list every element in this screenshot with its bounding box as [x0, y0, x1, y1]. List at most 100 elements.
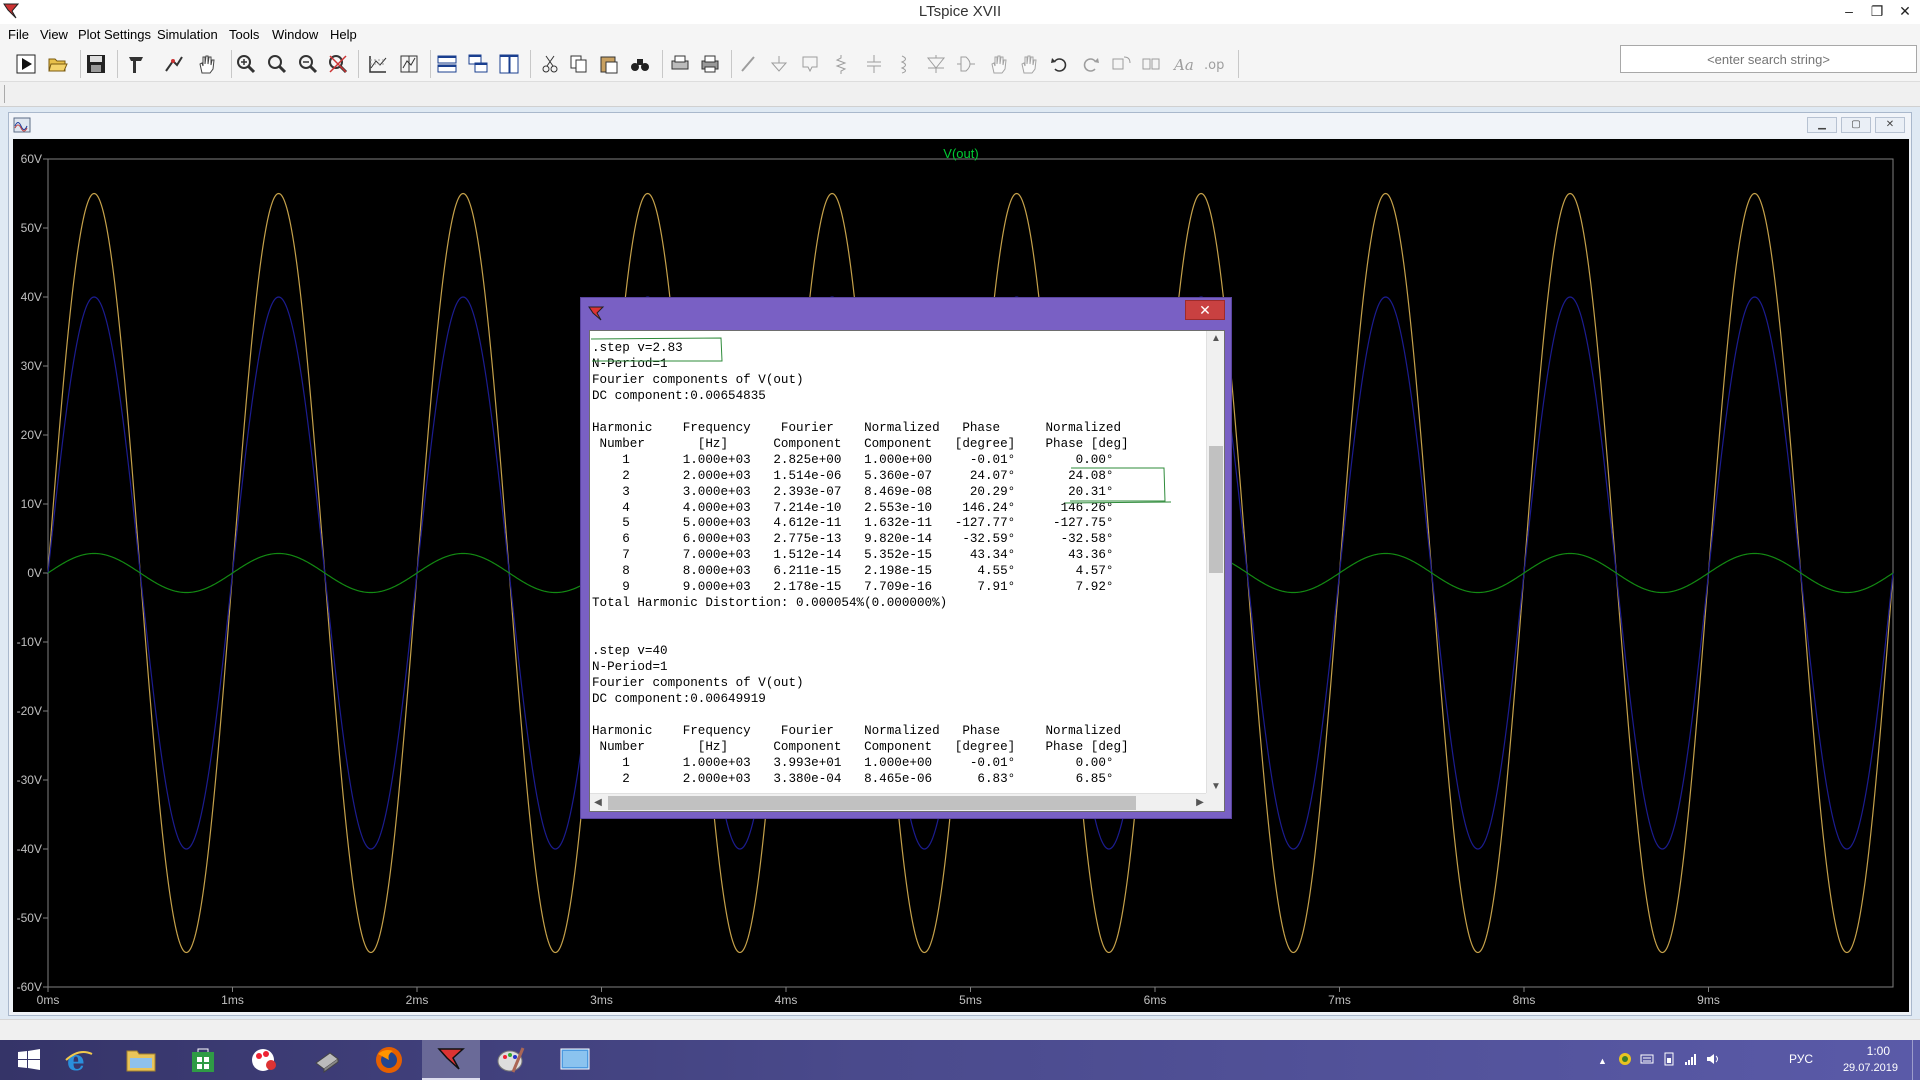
rotate-icon[interactable]: [1109, 52, 1133, 76]
control-panel-icon[interactable]: [124, 52, 148, 76]
move-icon[interactable]: [986, 52, 1010, 76]
horizontal-scroll-thumb[interactable]: [608, 796, 1136, 810]
menu-view[interactable]: View: [36, 25, 72, 44]
autorange-y-icon[interactable]: [397, 52, 421, 76]
minimize-button[interactable]: –: [1838, 2, 1860, 20]
pan-icon[interactable]: [194, 52, 218, 76]
open-icon[interactable]: [46, 52, 70, 76]
show-desktop-button[interactable]: [1912, 1040, 1920, 1080]
waveform-icon: [13, 117, 31, 133]
save-icon[interactable]: [84, 52, 108, 76]
resistor-icon[interactable]: [829, 52, 853, 76]
language-indicator[interactable]: РУС: [1789, 1052, 1813, 1066]
security-icon[interactable]: [1618, 1052, 1632, 1066]
network-signal-icon[interactable]: [1684, 1052, 1698, 1066]
y-tick-label: 30V: [21, 359, 42, 373]
paint-icon[interactable]: [236, 1040, 294, 1080]
volume-icon[interactable]: [1706, 1052, 1720, 1066]
app-title: LTspice XVII: [918, 3, 1002, 20]
y-tick-label: -10V: [17, 635, 42, 649]
zoom-in-icon[interactable]: [234, 52, 258, 76]
restore-button[interactable]: ❐: [1866, 2, 1888, 20]
y-tick-label: 20V: [21, 428, 42, 442]
search-input[interactable]: [1620, 45, 1917, 73]
plot-maximize-button[interactable]: ▢: [1841, 117, 1871, 133]
tile-vertical-icon[interactable]: [497, 52, 521, 76]
redo-icon[interactable]: [1078, 52, 1102, 76]
run-icon[interactable]: [14, 52, 38, 76]
menu-plot-settings[interactable]: Plot Settings: [74, 25, 155, 44]
pick-visible-traces-icon[interactable]: [162, 52, 186, 76]
diode-icon[interactable]: [924, 52, 948, 76]
component-icon[interactable]: [954, 52, 978, 76]
autorange-icon[interactable]: [366, 52, 390, 76]
undo-icon[interactable]: [1048, 52, 1072, 76]
paste-icon[interactable]: [597, 52, 621, 76]
system-tray: ▲ РУС 1:00 29.07.2019: [1590, 1040, 1920, 1080]
trace-label-vout[interactable]: V(out): [13, 146, 1909, 161]
capacitor-icon[interactable]: [862, 52, 886, 76]
firefox-icon[interactable]: [360, 1040, 418, 1080]
svg-text:.op: .op: [1204, 58, 1224, 73]
plot-close-button[interactable]: ✕: [1875, 117, 1905, 133]
x-tick-label: 8ms: [1513, 993, 1536, 1007]
fourier-close-button[interactable]: ✕: [1185, 300, 1225, 320]
y-tick-label: 0V: [27, 566, 42, 580]
ground-icon[interactable]: [767, 52, 791, 76]
cut-icon[interactable]: [538, 52, 562, 76]
scroll-left-icon[interactable]: ◀: [590, 794, 606, 812]
size-grip-icon[interactable]: [1206, 793, 1224, 811]
vertical-scrollbar[interactable]: ▲ ▼: [1206, 331, 1224, 795]
menu-bar: File View Plot Settings Simulation Tools…: [0, 24, 1920, 44]
zoom-area-icon[interactable]: [265, 52, 289, 76]
keyboard-icon[interactable]: [1640, 1052, 1654, 1066]
paint-app-icon[interactable]: [482, 1040, 540, 1080]
zoom-out-icon[interactable]: [296, 52, 320, 76]
desktop-icon[interactable]: [546, 1040, 604, 1080]
fourier-window-titlebar[interactable]: ✕: [581, 298, 1231, 328]
cascade-icon[interactable]: [466, 52, 490, 76]
label-net-icon[interactable]: [798, 52, 822, 76]
clock-time[interactable]: 1:00: [1867, 1044, 1890, 1058]
x-tick-label: 9ms: [1697, 993, 1720, 1007]
print-icon[interactable]: [698, 52, 722, 76]
x-tick-label: 7ms: [1328, 993, 1351, 1007]
close-button[interactable]: ✕: [1894, 2, 1916, 20]
tile-horizontal-icon[interactable]: [435, 52, 459, 76]
menu-tools[interactable]: Tools: [225, 25, 263, 44]
store-icon[interactable]: [174, 1040, 232, 1080]
x-tick-label: 6ms: [1144, 993, 1167, 1007]
copy-icon[interactable]: [567, 52, 591, 76]
clock-date[interactable]: 29.07.2019: [1843, 1062, 1898, 1074]
scanner-icon[interactable]: [298, 1040, 356, 1080]
title-bar: LTspice XVII – ❐ ✕: [0, 0, 1920, 24]
zoom-fit-icon[interactable]: [326, 52, 350, 76]
ltspice-logo-icon: [588, 306, 605, 321]
drag-icon[interactable]: [1016, 52, 1040, 76]
scroll-up-icon[interactable]: ▲: [1207, 331, 1225, 347]
window-tab-strip: [0, 82, 1920, 107]
find-icon[interactable]: [628, 52, 652, 76]
menu-help[interactable]: Help: [326, 25, 361, 44]
x-tick-label: 1ms: [221, 993, 244, 1007]
wire-icon[interactable]: [737, 52, 761, 76]
menu-simulation[interactable]: Simulation: [153, 25, 222, 44]
plot-minimize-button[interactable]: ▁: [1807, 117, 1837, 133]
vertical-scroll-thumb[interactable]: [1209, 446, 1223, 573]
spice-directive-icon[interactable]: .op: [1202, 52, 1226, 76]
horizontal-scrollbar[interactable]: ◀ ▶: [590, 793, 1208, 811]
print-preview-icon[interactable]: [668, 52, 692, 76]
menu-window[interactable]: Window: [268, 25, 322, 44]
text-icon[interactable]: Aa: [1171, 52, 1195, 76]
tray-expand-icon[interactable]: ▲: [1598, 1056, 1608, 1066]
file-explorer-icon[interactable]: [112, 1040, 170, 1080]
fourier-output-window: ✕ .step v=2.83 N-Period=1 Fourier compon…: [580, 297, 1232, 819]
power-icon[interactable]: [1662, 1052, 1676, 1066]
fourier-text-area[interactable]: .step v=2.83 N-Period=1 Fourier componen…: [590, 331, 1204, 795]
y-tick-label: -40V: [17, 842, 42, 856]
mirror-icon[interactable]: [1139, 52, 1163, 76]
internet-explorer-icon[interactable]: e: [50, 1040, 108, 1080]
menu-file[interactable]: File: [4, 25, 33, 44]
ltspice-icon[interactable]: [422, 1040, 480, 1080]
inductor-icon[interactable]: [893, 52, 917, 76]
